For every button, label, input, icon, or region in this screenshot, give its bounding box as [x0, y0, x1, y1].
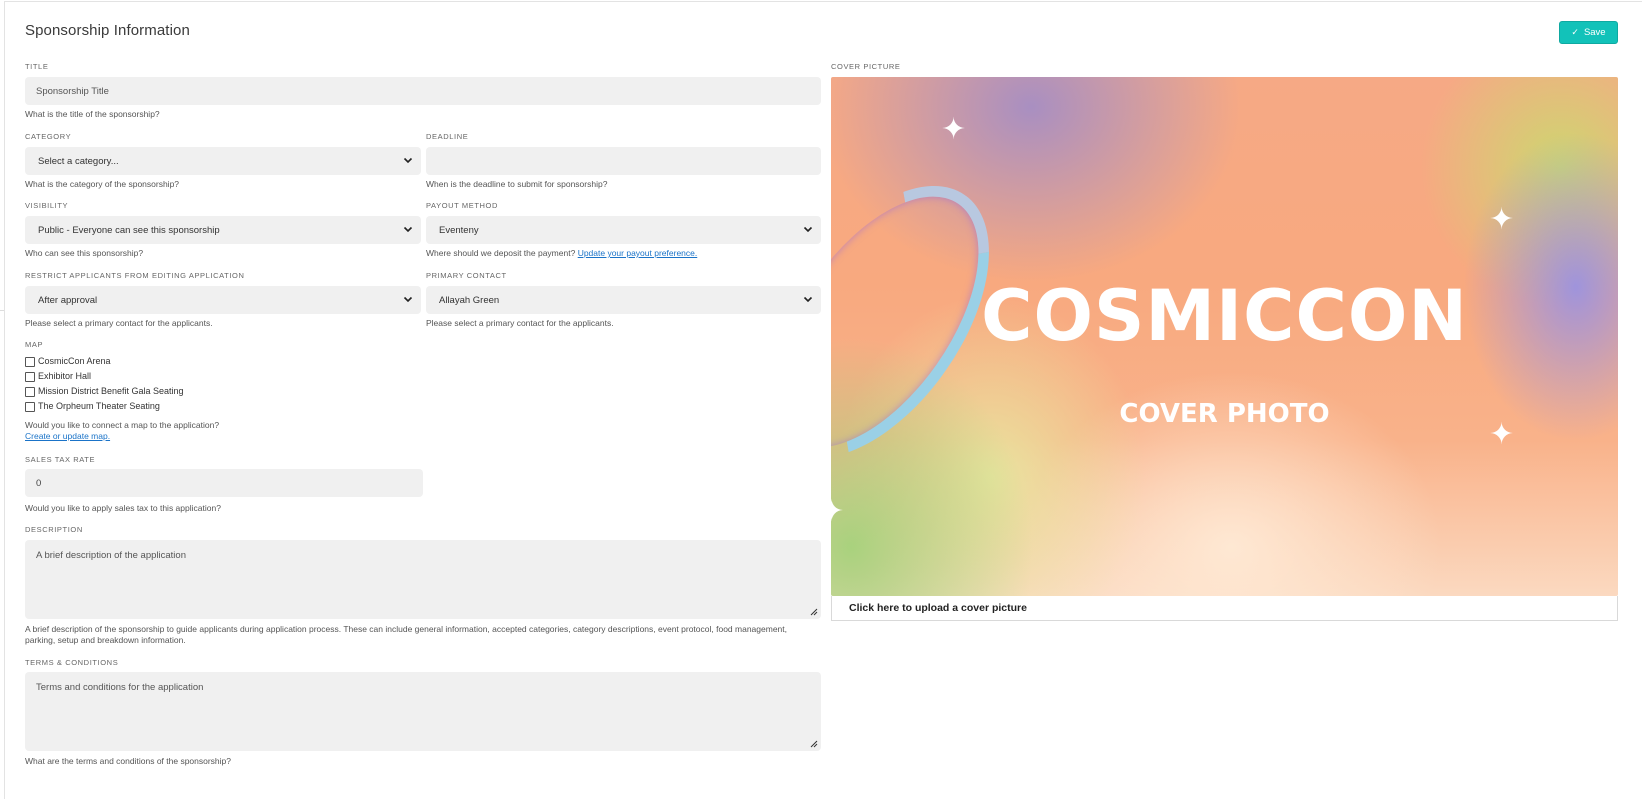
description-textarea[interactable]: A brief description of the application [25, 540, 821, 619]
restrict-value: After approval [38, 294, 98, 306]
sales-tax-input[interactable]: 0 [25, 469, 423, 497]
map-help: Would you like to connect a map to the a… [25, 420, 220, 430]
terms-help: What are the terms and conditions of the… [25, 756, 232, 766]
save-label: Save [1583, 27, 1606, 38]
restrict-help: Please select a primary contact for the … [25, 318, 213, 328]
update-payout-link[interactable]: Update your payout preference. [578, 248, 698, 258]
sparkle-icon: ✦ [831, 495, 845, 528]
resize-handle-icon[interactable] [810, 740, 818, 748]
sales-tax-help: Would you like to apply sales tax to thi… [25, 503, 221, 513]
description-label: DESCRIPTION [25, 525, 83, 534]
category-help: What is the category of the sponsorship? [25, 179, 180, 189]
primary-contact-value: Allayah Green [439, 294, 500, 306]
save-button[interactable]: ✓ Save [1559, 21, 1618, 44]
restrict-label: RESTRICT APPLICANTS FROM EDITING APPLICA… [25, 271, 245, 280]
upload-cover-button[interactable]: Click here to upload a cover picture [831, 596, 1618, 621]
primary-contact-select[interactable]: Allayah Green [426, 286, 821, 314]
map-option-label: CosmicCon Arena [38, 356, 111, 366]
deadline-help: When is the deadline to submit for spons… [426, 179, 608, 189]
description-help-line: parking, setup and breakdown information… [25, 635, 186, 645]
terms-textarea[interactable]: Terms and conditions for the application [25, 672, 821, 751]
map-option-label: Mission District Benefit Gala Seating [38, 386, 184, 396]
checkbox[interactable] [25, 357, 35, 367]
visibility-label: VISIBILITY [25, 201, 69, 210]
chevron-down-icon [403, 226, 413, 233]
terms-label: TERMS & CONDITIONS [25, 658, 119, 667]
chevron-down-icon [403, 157, 413, 164]
payout-select[interactable]: Eventeny [426, 216, 821, 244]
category-select[interactable]: Select a category... [25, 147, 421, 175]
title-label: TITLE [25, 62, 49, 71]
map-option[interactable]: Exhibitor Hall [25, 370, 91, 382]
visibility-value: Public - Everyone can see this sponsorsh… [38, 224, 220, 236]
checkbox[interactable] [25, 402, 35, 412]
chevron-down-icon [403, 296, 413, 303]
category-value: Select a category... [38, 155, 119, 167]
check-icon: ✓ [1571, 27, 1579, 37]
sparkle-icon: ✦ [1489, 203, 1515, 236]
deadline-input[interactable] [426, 147, 821, 175]
visibility-select[interactable]: Public - Everyone can see this sponsorsh… [25, 216, 421, 244]
payout-help: Where should we deposit the payment? Upd… [426, 248, 697, 258]
map-option-label: The Orpheum Theater Seating [38, 401, 160, 411]
payout-value: Eventeny [439, 224, 479, 236]
title-input[interactable]: Sponsorship Title [25, 77, 821, 105]
primary-contact-label: PRIMARY CONTACT [426, 271, 507, 280]
payout-help-text: Where should we deposit the payment? [426, 248, 576, 258]
description-help: A brief description of the sponsorship t… [25, 624, 787, 646]
cover-image-title: COSMICCON [981, 275, 1468, 357]
cover-image[interactable]: ✦ ✦ ✦ ✦ COSMICCON COVER PHOTO [831, 77, 1618, 596]
sales-tax-label: SALES TAX RATE [25, 455, 96, 464]
checkbox[interactable] [25, 387, 35, 397]
chevron-down-icon [803, 296, 813, 303]
sales-tax-value: 0 [36, 477, 42, 489]
map-option-label: Exhibitor Hall [38, 371, 92, 381]
map-option[interactable]: Mission District Benefit Gala Seating [25, 385, 184, 397]
description-help-line: A brief description of the sponsorship t… [25, 624, 787, 634]
title-placeholder: Sponsorship Title [36, 85, 109, 97]
terms-placeholder: Terms and conditions for the application [36, 682, 204, 693]
resize-handle-icon[interactable] [810, 608, 818, 616]
cover-label: COVER PICTURE [831, 62, 901, 71]
page-title: Sponsorship Information [25, 22, 190, 39]
checkbox[interactable] [25, 372, 35, 382]
restrict-select[interactable]: After approval [25, 286, 421, 314]
title-help: What is the title of the sponsorship? [25, 109, 160, 119]
primary-contact-help: Please select a primary contact for the … [426, 318, 614, 328]
sparkle-icon: ✦ [941, 113, 967, 146]
cover-image-subtitle: COVER PHOTO [1119, 399, 1330, 429]
deadline-label: DEADLINE [426, 132, 469, 141]
create-map-link[interactable]: Create or update map. [25, 431, 110, 441]
category-label: CATEGORY [25, 132, 72, 141]
visibility-help: Who can see this sponsorship? [25, 248, 144, 258]
chevron-down-icon [803, 226, 813, 233]
map-label: MAP [25, 340, 44, 349]
upload-cover-label: Click here to upload a cover picture [849, 602, 1027, 614]
map-option[interactable]: The Orpheum Theater Seating [25, 400, 160, 412]
description-placeholder: A brief description of the application [36, 550, 186, 561]
payout-label: PAYOUT METHOD [426, 201, 498, 210]
map-option[interactable]: CosmicCon Arena [25, 355, 111, 367]
